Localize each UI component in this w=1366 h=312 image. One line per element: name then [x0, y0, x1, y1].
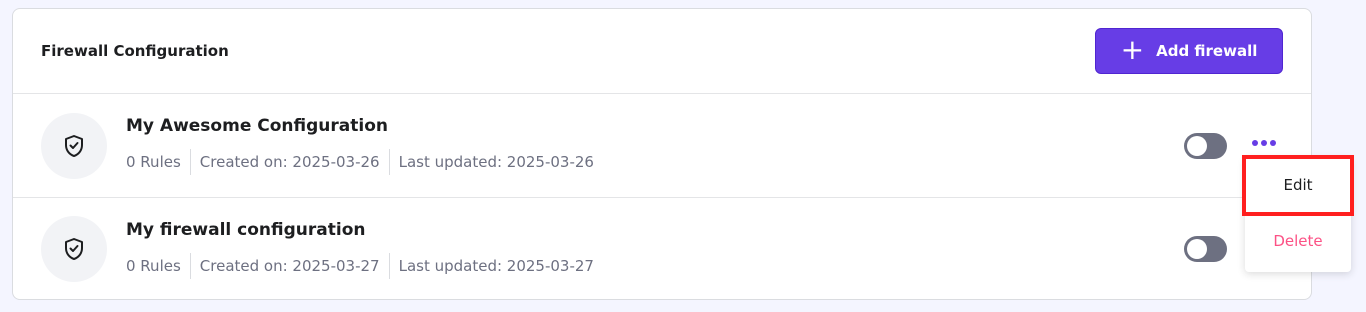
card-header: Firewall Configuration + Add firewall	[13, 9, 1311, 94]
enable-toggle[interactable]	[1184, 132, 1227, 159]
plus-icon: +	[1120, 32, 1145, 66]
rules-count: 0 Rules	[126, 153, 181, 171]
shield-check-icon	[41, 216, 107, 282]
add-firewall-label: Add firewall	[1156, 42, 1258, 60]
delete-menu-item[interactable]: Delete	[1245, 213, 1351, 269]
toggle-knob	[1187, 239, 1207, 259]
row-actions-menu: Edit Delete	[1245, 157, 1351, 272]
toggle-knob	[1187, 135, 1207, 156]
firewall-row: My Awesome Configuration 0 Rules Created…	[13, 94, 1311, 197]
more-options-icon[interactable]	[1249, 130, 1279, 156]
rules-count: 0 Rules	[126, 256, 181, 275]
edit-menu-item[interactable]: Edit	[1245, 157, 1351, 213]
updated-date: Last updated: 2025-03-26	[388, 149, 603, 175]
firewall-row: My firewall configuration 0 Rules Create…	[13, 197, 1311, 300]
created-date: Created on: 2025-03-27	[189, 252, 389, 279]
created-date: Created on: 2025-03-26	[189, 149, 389, 175]
page-title: Firewall Configuration	[41, 42, 229, 60]
row-info: My firewall configuration 0 Rules Create…	[126, 220, 603, 279]
firewall-configuration-card: Firewall Configuration + Add firewall My…	[12, 8, 1312, 300]
row-meta: 0 Rules Created on: 2025-03-26 Last upda…	[126, 149, 603, 175]
add-firewall-button[interactable]: + Add firewall	[1095, 28, 1283, 74]
configuration-title: My Awesome Configuration	[126, 116, 388, 136]
shield-check-icon	[41, 112, 107, 179]
configuration-title: My firewall configuration	[126, 219, 366, 240]
row-meta: 0 Rules Created on: 2025-03-27 Last upda…	[126, 252, 603, 279]
updated-date: Last updated: 2025-03-27	[388, 252, 603, 279]
row-info: My Awesome Configuration 0 Rules Created…	[126, 116, 603, 175]
enable-toggle[interactable]	[1184, 236, 1227, 262]
